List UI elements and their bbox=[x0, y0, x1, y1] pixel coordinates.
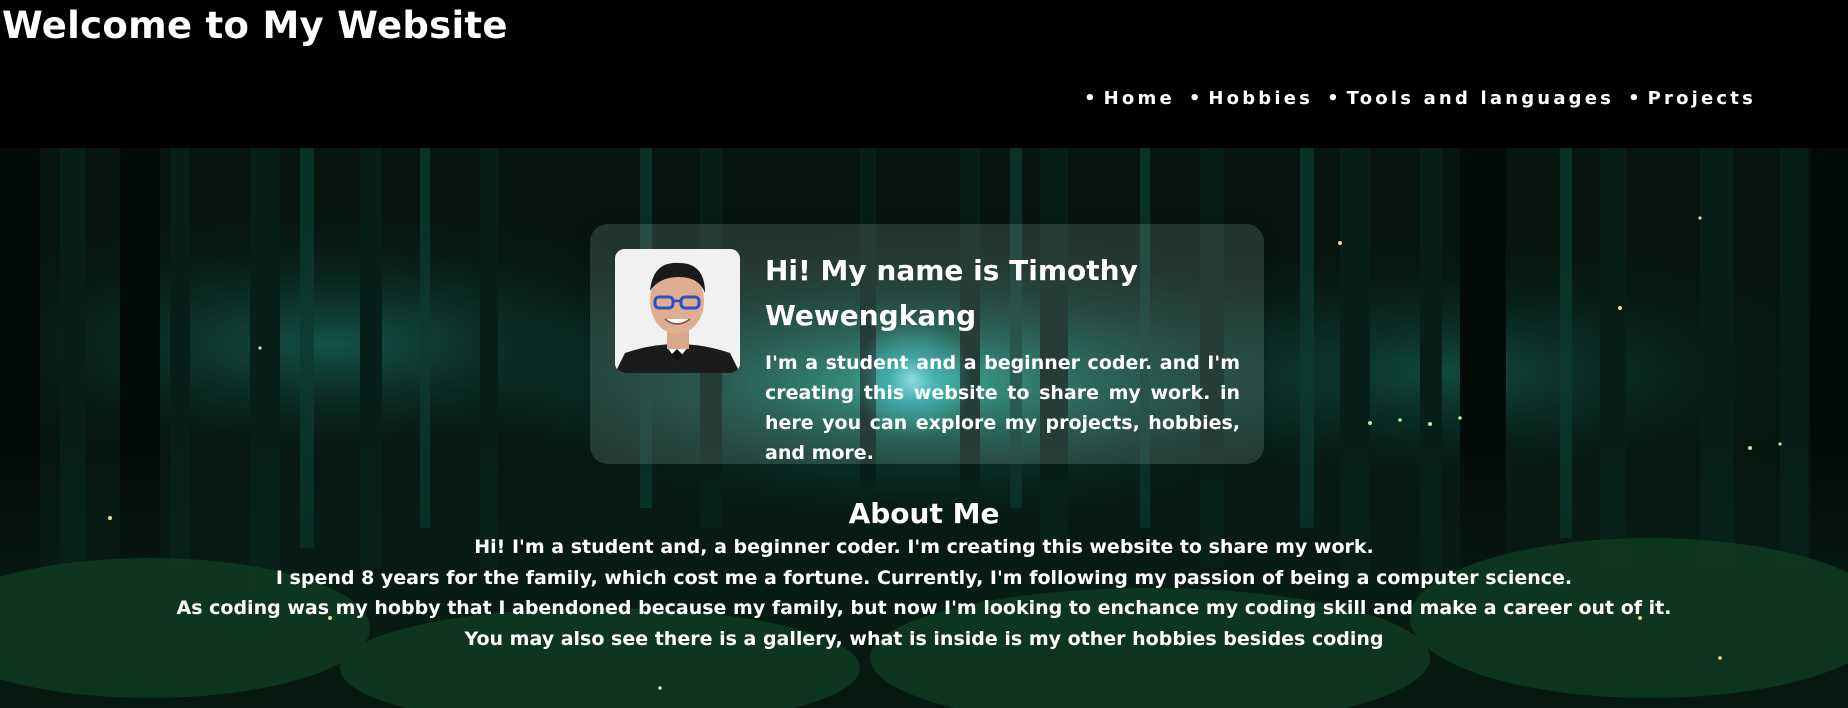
profile-text: Hi! My name is Timothy Wewengkang I'm a … bbox=[765, 248, 1240, 468]
avatar-photo bbox=[615, 249, 740, 373]
site-title: Welcome to My Website bbox=[2, 4, 508, 47]
site-header: Welcome to My Website Home Hobbies Tools… bbox=[0, 0, 1848, 148]
profile-card: Hi! My name is Timothy Wewengkang I'm a … bbox=[590, 224, 1264, 464]
about-section: About Me Hi! I'm a student and, a beginn… bbox=[0, 496, 1848, 654]
nav-item-projects[interactable]: Projects bbox=[1628, 88, 1756, 109]
nav-item-hobbies[interactable]: Hobbies bbox=[1189, 88, 1313, 109]
avatar bbox=[615, 249, 740, 373]
profile-intro: I'm a student and a beginner coder. and … bbox=[765, 352, 1240, 464]
about-line: Hi! I'm a student and, a beginner coder.… bbox=[474, 536, 1374, 558]
about-line: As coding was my hobby that I abendoned … bbox=[176, 597, 1672, 619]
hero-section: Hi! My name is Timothy Wewengkang I'm a … bbox=[0, 148, 1848, 708]
about-line: You may also see there is a gallery, wha… bbox=[464, 627, 1384, 650]
about-line: I spend 8 years for the family, which co… bbox=[275, 566, 1573, 589]
about-title: About Me bbox=[848, 497, 1000, 530]
page: Welcome to My Website Home Hobbies Tools… bbox=[0, 0, 1848, 708]
nav-item-tools-and-languages[interactable]: Tools and languages bbox=[1327, 88, 1614, 109]
nav-item-home[interactable]: Home bbox=[1084, 88, 1175, 109]
main-nav: Home Hobbies Tools and languages Project… bbox=[1084, 88, 1756, 109]
profile-name: Hi! My name is Timothy Wewengkang bbox=[765, 254, 1138, 332]
